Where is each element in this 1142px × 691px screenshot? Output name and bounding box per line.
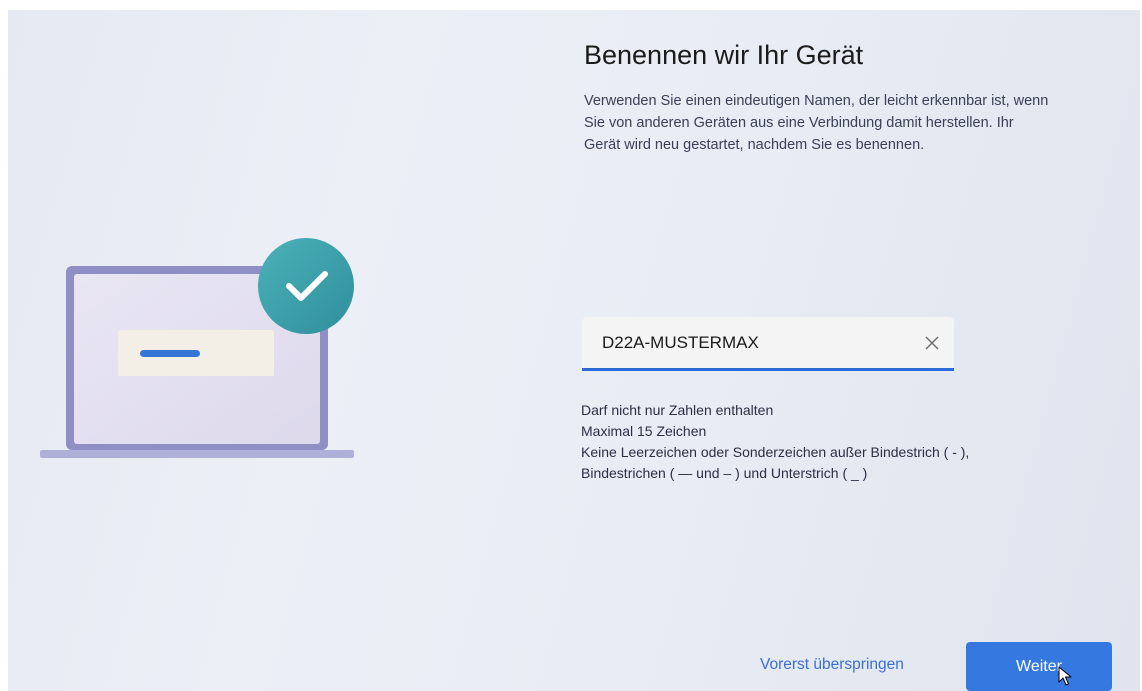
check-badge (258, 238, 354, 334)
description-line: Gerät wird neu gestartet, nachdem Sie es… (584, 137, 925, 153)
device-name-input[interactable] (602, 329, 902, 357)
device-name-field[interactable] (582, 317, 954, 371)
rule-line: Keine Leerzeichen oder Sonderzeichen auß… (581, 444, 970, 460)
clear-input-button[interactable] (920, 331, 944, 355)
description-line: Verwenden Sie einen eindeutigen Namen, d… (584, 93, 1049, 109)
laptop-base (40, 450, 354, 458)
oobe-screen: Benennen wir Ihr Gerät Verwenden Sie ein… (8, 10, 1140, 691)
next-button[interactable]: Weiter (966, 642, 1112, 691)
mouse-pointer-icon (1058, 666, 1072, 686)
naming-rules: Darf nicht nur Zahlen enthalten Maximal … (581, 400, 969, 484)
page-description: Verwenden Sie einen eindeutigen Namen, d… (584, 90, 1140, 156)
description-line: Sie von anderen Geräten aus eine Verbind… (584, 115, 1014, 131)
page-title: Benennen wir Ihr Gerät (584, 40, 864, 70)
next-button-label: Weiter (1016, 657, 1062, 675)
laptop-checkmark-illustration (40, 238, 354, 458)
mini-name-dash (140, 350, 200, 357)
rule-line: Maximal 15 Zeichen (581, 423, 707, 439)
rule-line: Bindestrichen ( — und – ) und Unterstric… (581, 465, 868, 481)
close-icon (925, 336, 939, 350)
rule-line: Darf nicht nur Zahlen enthalten (581, 402, 774, 418)
skip-link[interactable]: Vorerst überspringen (760, 656, 904, 674)
